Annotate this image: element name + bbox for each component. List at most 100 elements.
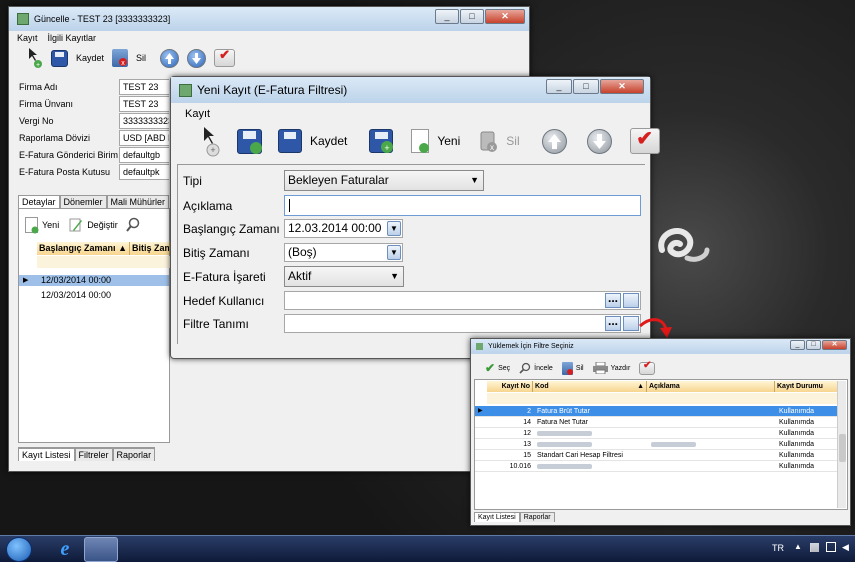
up-arrow-icon[interactable] [160,48,180,68]
dialog-new-button[interactable]: Yeni [437,134,460,148]
save-floppy-icon[interactable] [278,129,302,153]
field-raporlama-dovizi[interactable]: USD [ABD Do [119,130,169,146]
grid-filter-row[interactable] [37,256,170,268]
menu-ilgili-kayitlar[interactable]: İlgili Kayıtlar [48,33,97,43]
volume-icon[interactable]: ◀ [842,542,849,553]
confirm-check-icon[interactable] [639,360,656,375]
vertical-scrollbar[interactable] [837,381,846,508]
taskbar-app-icon[interactable] [84,537,118,562]
filter-delete-button[interactable]: Sil [576,365,584,372]
table-row[interactable]: 10.016 Kullanımda [475,461,839,472]
chevron-down-icon[interactable]: ▼ [387,221,401,236]
input-filtre-tanimi[interactable]: ... [284,314,641,333]
new-button[interactable]: Yeni [42,220,59,230]
save-and-new-icon[interactable] [237,128,262,154]
new-doc-icon[interactable] [25,217,39,234]
edit-button[interactable]: Değiştir [87,220,118,230]
tab-mali-muhurler[interactable]: Mali Mühürler [106,195,170,208]
table-row[interactable]: 15 Standart Cari Hesap Filtresi Kullanımda [475,450,839,461]
save-add-icon[interactable]: + [369,129,394,153]
table-row[interactable]: ▶ 12/03/2014 00:00 [19,275,169,286]
filter-window-titlebar[interactable]: Yüklemek İçin Filtre Seçiniz _ □ ✕ [471,339,850,354]
new-doc-icon[interactable] [411,129,430,153]
grid-filter-row[interactable] [487,393,839,404]
tab-kayit-listesi[interactable]: Kayıt Listesi [18,448,75,461]
new-cursor-icon[interactable]: + [27,47,43,69]
dialog-close-button[interactable]: ✕ [600,79,644,94]
dialog-minimize-button[interactable]: _ [546,79,572,94]
network-icon[interactable] [826,542,836,552]
select-efatura-isareti[interactable]: Aktif ▼ [284,266,404,287]
col-header-status[interactable]: Kayıt Durumu [775,381,839,392]
input-bitis[interactable]: (Boş) ▼ [284,243,403,262]
tray-expand-icon[interactable]: ▲ [794,542,802,551]
search-icon[interactable] [125,217,140,233]
filter-tab-kayit-listesi[interactable]: Kayıt Listesi [474,512,520,522]
ellipsis-button[interactable]: ... [605,292,621,308]
table-row[interactable]: 13 Kullanımda [475,439,839,450]
save-button[interactable]: Kaydet [76,53,104,63]
close-button[interactable]: ✕ [485,9,525,24]
col-header-desc[interactable]: Açıklama [647,381,775,392]
down-arrow-icon[interactable] [586,128,612,154]
field-posta-kutusu[interactable]: defaultpk [119,164,169,180]
confirm-check-icon[interactable] [214,47,236,67]
scrollbar-thumb[interactable] [839,434,846,462]
dialog-titlebar[interactable]: Yeni Kayıt (E-Fatura Filtresi) _ □ ✕ [171,77,650,103]
dialog-delete-button[interactable]: Sil [506,134,519,148]
language-indicator[interactable]: TR [772,543,784,553]
flag-icon[interactable] [810,543,819,552]
filter-close-button[interactable]: ✕ [822,340,847,350]
grid-header-baslangic[interactable]: Başlangıç Zamanı ▲ [37,242,130,255]
start-button[interactable] [6,537,32,562]
field-vergi-no[interactable]: 3333333323 [119,113,169,129]
filter-tab-raporlar[interactable]: Raporlar [519,512,555,522]
delete-icon[interactable]: x [112,49,129,67]
save-floppy-icon[interactable] [51,49,68,67]
input-hedef-kullanici[interactable]: ... [284,291,641,310]
field-gonderici-birim[interactable]: defaultgb [119,147,169,163]
select-tipi[interactable]: Bekleyen Faturalar ▼ [284,170,484,191]
col-header-no[interactable]: Kayıt No [487,381,533,392]
tab-detaylar[interactable]: Detaylar [18,195,60,208]
select-button[interactable]: Seç [498,365,510,372]
down-arrow-icon[interactable] [187,48,207,68]
calendar-icon[interactable] [623,293,639,308]
chevron-down-icon[interactable]: ▼ [387,245,401,260]
print-button[interactable]: Yazdır [611,365,631,372]
up-arrow-icon[interactable] [541,128,567,154]
maximize-button[interactable]: □ [460,9,484,24]
update-window-titlebar[interactable]: Güncelle - TEST 23 [3333333323] _ □ ✕ [9,7,529,31]
minimize-button[interactable]: _ [435,9,459,24]
field-firma-adi[interactable]: TEST 23 [119,79,169,95]
trash-icon[interactable]: x [478,128,498,154]
view-magnifier-icon[interactable] [519,362,531,374]
table-row[interactable]: 12/03/2014 00:00 [19,290,169,301]
edit-icon[interactable] [69,217,83,233]
menu-kayit[interactable]: Kayıt [17,33,38,43]
dialog-maximize-button[interactable]: □ [573,79,599,94]
delete-icon[interactable] [561,361,573,375]
new-cursor-icon[interactable]: + [201,125,221,157]
dialog-menu-kayit[interactable]: Kayıt [185,108,210,120]
table-row[interactable]: 14 Fatura Net Tutar Kullanımda [475,417,839,428]
col-header-code[interactable]: Kod ▲ [533,381,647,392]
tab-donemler[interactable]: Dönemler [59,195,107,208]
delete-button[interactable]: Sil [136,53,146,63]
select-check-icon[interactable]: ✔ [485,361,495,375]
internet-explorer-icon[interactable]: e [48,537,82,562]
input-baslangic[interactable]: 12.03.2014 00:00 ▼ [284,219,403,238]
tab-filtreler[interactable]: Filtreler [74,448,113,461]
field-firma-unvani[interactable]: TEST 23 [119,96,169,112]
filter-maximize-button[interactable]: □ [806,340,821,350]
tab-raporlar[interactable]: Raporlar [112,448,156,461]
table-row[interactable]: 12 Kullanımda [475,428,839,439]
input-aciklama[interactable] [284,195,641,216]
ellipsis-button[interactable]: ... [605,315,621,331]
table-row[interactable]: ▶ 2 Fatura Brüt Tutar Kullanımda [475,406,839,417]
confirm-check-icon[interactable] [629,126,660,154]
dialog-save-button[interactable]: Kaydet [310,134,347,148]
view-button[interactable]: İncele [534,365,553,372]
grid-header-bitis[interactable]: Bitiş Zama [130,242,170,255]
filter-minimize-button[interactable]: _ [790,340,805,350]
